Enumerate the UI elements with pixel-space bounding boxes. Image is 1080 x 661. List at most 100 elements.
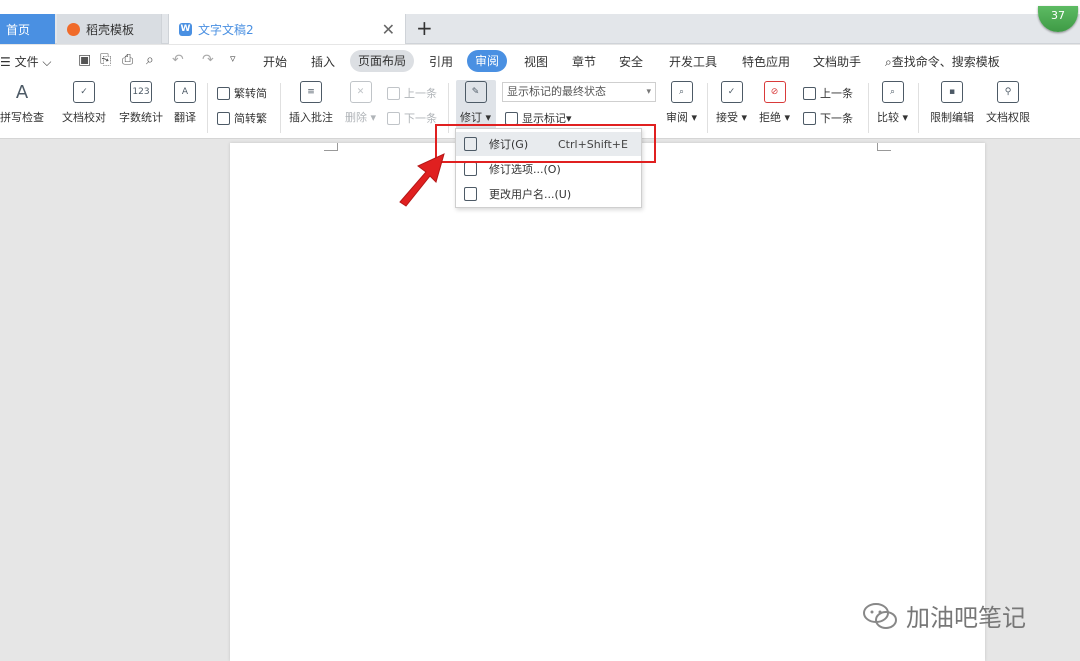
- menu-view[interactable]: 视图: [524, 53, 548, 70]
- doc-permission-label: 文档权限: [986, 111, 1030, 124]
- comment-icon: ≡: [300, 81, 322, 103]
- next-change-button[interactable]: 下一条: [803, 110, 853, 126]
- doc-proofread-label: 文档校对: [62, 111, 106, 124]
- close-icon[interactable]: ✕: [382, 20, 395, 39]
- tab-document-label: 文字文稿2: [198, 22, 254, 37]
- customize-toolbar-icon[interactable]: ▿: [230, 52, 236, 65]
- dropdown-item-label: 修订选项...(O): [489, 163, 561, 176]
- word-count-label: 字数统计: [119, 111, 163, 124]
- dropdown-item-label: 更改用户名...(U): [489, 188, 572, 201]
- trad-to-simp-button[interactable]: 繁转简: [217, 85, 267, 101]
- compare-button[interactable]: ⌕ 比较 ▾: [877, 81, 908, 125]
- tab-document[interactable]: W 文字文稿2 ✕: [168, 14, 406, 44]
- compare-label-text: 比较: [877, 111, 899, 124]
- next-comment-icon: [387, 111, 400, 125]
- print-preview-icon[interactable]: ⌕: [146, 52, 154, 68]
- delete-comment-icon: ✕: [349, 81, 372, 103]
- review-pane-label: 审阅 ▾: [666, 111, 698, 124]
- dropdown-item-change-username[interactable]: 更改用户名...(U): [456, 182, 641, 206]
- watermark-text: 加油吧笔记: [906, 604, 1026, 632]
- print-icon[interactable]: ⎙: [122, 52, 133, 68]
- tab-bar: 首页 稻壳模板 W 文字文稿2 ✕ +: [0, 14, 1080, 44]
- prev-change-icon: [803, 86, 816, 100]
- track-changes-button[interactable]: ✎ 修订 ▾: [460, 81, 491, 125]
- annotation-highlight-box: [435, 124, 656, 163]
- menu-security[interactable]: 安全: [619, 53, 643, 70]
- watermark: 加油吧笔记: [862, 598, 1026, 633]
- tab-home[interactable]: 首页: [0, 14, 55, 44]
- tab-daoke-template[interactable]: 稻壳模板: [57, 14, 162, 44]
- lock-icon: ▪: [941, 81, 963, 103]
- new-tab-button[interactable]: +: [416, 16, 433, 40]
- reject-button[interactable]: ⊘ 拒绝 ▾: [759, 81, 790, 125]
- next-comment-label: 下一条: [404, 112, 437, 125]
- menu-bar: ☰ 文件 ⌵ ▣ ⎘ ⎙ ⌕ ↶ ↷ ▿ 开始 插入 页面布局 引用 审阅 视图…: [0, 45, 1080, 77]
- annotation-arrow-icon: [399, 153, 445, 207]
- doc-proofread-button[interactable]: ✓ 文档校对: [62, 81, 106, 125]
- menu-reference[interactable]: 引用: [429, 53, 453, 70]
- tab-home-label: 首页: [6, 22, 31, 37]
- menu-developer[interactable]: 开发工具: [669, 53, 717, 70]
- delete-comment-button[interactable]: ✕ 删除 ▾: [345, 81, 376, 125]
- prev-change-label: 上一条: [820, 87, 853, 100]
- accept-label: 接受 ▾: [716, 111, 748, 124]
- translate-icon: A: [174, 81, 196, 103]
- menu-page-layout[interactable]: 页面布局: [350, 50, 415, 72]
- word-count-button[interactable]: 123 字数统计: [119, 81, 163, 125]
- menu-chapter[interactable]: 章节: [572, 53, 596, 70]
- review-pane-button[interactable]: ⌕ 审阅 ▾: [666, 81, 697, 125]
- chevron-down-icon: ▾: [646, 87, 651, 97]
- simp-to-trad-button[interactable]: 简转繁: [217, 110, 267, 126]
- user-icon: [464, 187, 477, 201]
- menu-review[interactable]: 审阅: [467, 50, 508, 72]
- compare-label: 比较 ▾: [877, 111, 909, 124]
- prev-comment-label: 上一条: [404, 87, 437, 100]
- menu-doc-assistant[interactable]: 文档助手: [813, 53, 861, 70]
- track-options-icon: [464, 162, 477, 176]
- redo-icon[interactable]: ↷: [202, 52, 214, 68]
- menu-home[interactable]: 开始: [263, 53, 287, 70]
- document-page[interactable]: [230, 143, 985, 661]
- export-icon[interactable]: ⎘: [100, 52, 111, 68]
- margin-corner-mark: [324, 143, 338, 151]
- prev-comment-icon: [387, 86, 400, 100]
- reject-icon: ⊘: [763, 81, 786, 103]
- search-icon: ⌕: [885, 55, 892, 69]
- prev-change-button[interactable]: 上一条: [803, 85, 853, 101]
- tab-daoke-label: 稻壳模板: [86, 22, 135, 37]
- restrict-editing-label: 限制编辑: [930, 111, 974, 124]
- track-changes-icon: ✎: [464, 81, 487, 103]
- menu-file[interactable]: ☰ 文件 ⌵: [0, 53, 52, 70]
- save-icon[interactable]: ▣: [78, 52, 91, 68]
- review-pane-icon: ⌕: [670, 81, 693, 103]
- wechat-icon: [863, 602, 897, 629]
- menu-special-apps[interactable]: 特色应用: [742, 53, 790, 70]
- review-label-text: 审阅: [666, 111, 688, 124]
- restrict-editing-button[interactable]: ▪ 限制编辑: [930, 81, 974, 125]
- translate-button[interactable]: A 翻译: [174, 81, 196, 125]
- permission-icon: ⚲: [997, 81, 1019, 103]
- spellcheck-button[interactable]: A 拼写检查: [0, 81, 44, 125]
- markup-state-value: 显示标记的最终状态: [507, 85, 606, 98]
- insert-comment-button[interactable]: ≡ 插入批注: [289, 81, 333, 125]
- search-command[interactable]: ⌕查找命令、搜索模板: [885, 53, 1000, 70]
- doc-permission-button[interactable]: ⚲ 文档权限: [986, 81, 1030, 125]
- wps-writer-icon: W: [179, 22, 192, 36]
- delete-comment-label: 删除 ▾: [345, 111, 377, 124]
- daoke-logo-icon: [67, 22, 80, 36]
- accept-button[interactable]: ✓ 接受 ▾: [716, 81, 747, 125]
- trad-to-simp-label: 繁转简: [234, 87, 267, 100]
- word-count-icon: 123: [130, 81, 152, 103]
- show-markup-icon: [505, 111, 518, 125]
- track-changes-label: 修订 ▾: [460, 111, 492, 124]
- divider: [280, 83, 281, 133]
- undo-icon[interactable]: ↶: [172, 52, 184, 68]
- track-label-text: 修订: [460, 111, 482, 124]
- next-comment-button[interactable]: 下一条: [387, 110, 437, 126]
- margin-corner-mark: [877, 143, 891, 151]
- markup-state-select[interactable]: 显示标记的最终状态 ▾: [502, 82, 656, 102]
- accept-icon: ✓: [720, 81, 743, 103]
- menu-file-label: 文件: [14, 55, 39, 69]
- prev-comment-button[interactable]: 上一条: [387, 85, 437, 101]
- menu-insert[interactable]: 插入: [311, 53, 335, 70]
